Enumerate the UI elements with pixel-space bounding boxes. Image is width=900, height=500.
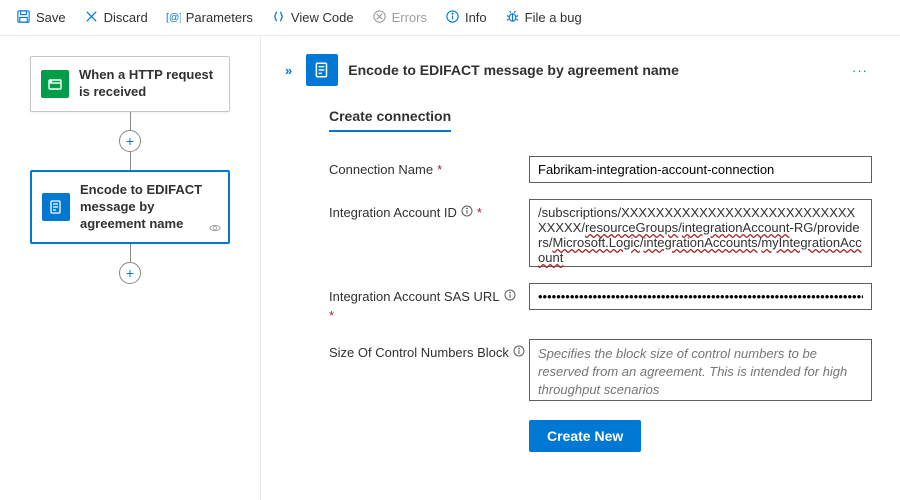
discard-icon <box>84 9 99 27</box>
parameters-button[interactable]: [@] Parameters <box>158 5 261 31</box>
save-label: Save <box>36 10 66 25</box>
block-size-input[interactable] <box>529 339 872 401</box>
action-node[interactable]: Encode to EDIFACT message by agreement n… <box>30 170 230 245</box>
errors-label: Errors <box>392 10 427 25</box>
info-icon[interactable] <box>504 289 516 301</box>
errors-button: Errors <box>364 5 435 31</box>
required-marker: * <box>477 205 482 220</box>
info-icon[interactable] <box>461 205 473 217</box>
bug-icon <box>505 9 520 27</box>
add-step-button[interactable]: + <box>119 130 141 152</box>
code-icon <box>271 9 286 27</box>
panel-more-button[interactable]: ··· <box>848 59 872 82</box>
connector-line <box>130 244 131 262</box>
connector-line <box>130 152 131 170</box>
info-icon[interactable] <box>513 345 525 357</box>
config-panel: » Encode to EDIFACT message by agreement… <box>260 36 900 500</box>
trigger-label: When a HTTP request is received <box>79 67 219 101</box>
connection-name-input[interactable] <box>529 156 872 183</box>
save-icon <box>16 9 31 27</box>
button-row: Create New <box>329 420 872 452</box>
edifact-icon <box>42 193 70 221</box>
connection-name-row: Connection Name * <box>329 156 872 183</box>
sas-url-label: Integration Account SAS URL * <box>329 283 529 323</box>
block-size-label: Size Of Control Numbers Block <box>329 339 529 404</box>
panel-title: Encode to EDIFACT message by agreement n… <box>348 62 838 78</box>
designer-canvas: When a HTTP request is received + Encode… <box>0 36 260 500</box>
http-trigger-icon <box>41 70 69 98</box>
main-area: When a HTTP request is received + Encode… <box>0 36 900 500</box>
required-marker: * <box>437 162 442 177</box>
panel-edifact-icon <box>306 54 338 86</box>
parameters-label: Parameters <box>186 10 253 25</box>
save-button[interactable]: Save <box>8 5 74 31</box>
add-step-button[interactable]: + <box>119 262 141 284</box>
create-connection-section: Create connection Connection Name * Inte… <box>281 108 872 452</box>
filebug-label: File a bug <box>525 10 582 25</box>
toolbar: Save Discard [@] Parameters View Code Er… <box>0 0 900 36</box>
errors-icon <box>372 9 387 27</box>
sas-url-input[interactable] <box>529 283 872 310</box>
integration-account-id-label: Integration Account ID * <box>329 199 529 267</box>
integration-account-id-input[interactable]: /subscriptions/XXXXXXXXXXXXXXXXXXXXXXXXX… <box>529 199 872 267</box>
info-icon <box>445 9 460 27</box>
required-marker: * <box>329 308 529 323</box>
viewcode-label: View Code <box>291 10 354 25</box>
trigger-node[interactable]: When a HTTP request is received <box>30 56 230 112</box>
discard-label: Discard <box>104 10 148 25</box>
info-label: Info <box>465 10 487 25</box>
panel-header: » Encode to EDIFACT message by agreement… <box>281 54 872 86</box>
filebug-button[interactable]: File a bug <box>497 5 590 31</box>
block-size-row: Size Of Control Numbers Block <box>329 339 872 404</box>
viewcode-button[interactable]: View Code <box>263 5 362 31</box>
collapse-button[interactable]: » <box>281 61 296 80</box>
svg-text:[@]: [@] <box>166 12 181 23</box>
info-button[interactable]: Info <box>437 5 495 31</box>
discard-button[interactable]: Discard <box>76 5 156 31</box>
connection-name-label: Connection Name * <box>329 156 529 183</box>
section-title: Create connection <box>329 108 451 132</box>
sas-url-row: Integration Account SAS URL * <box>329 283 872 323</box>
visibility-icon <box>208 221 222 238</box>
parameters-icon: [@] <box>166 9 181 27</box>
connector-line <box>130 112 131 130</box>
action-label: Encode to EDIFACT message by agreement n… <box>80 182 218 233</box>
integration-account-id-row: Integration Account ID * /subscriptions/… <box>329 199 872 267</box>
create-new-button[interactable]: Create New <box>529 420 641 452</box>
